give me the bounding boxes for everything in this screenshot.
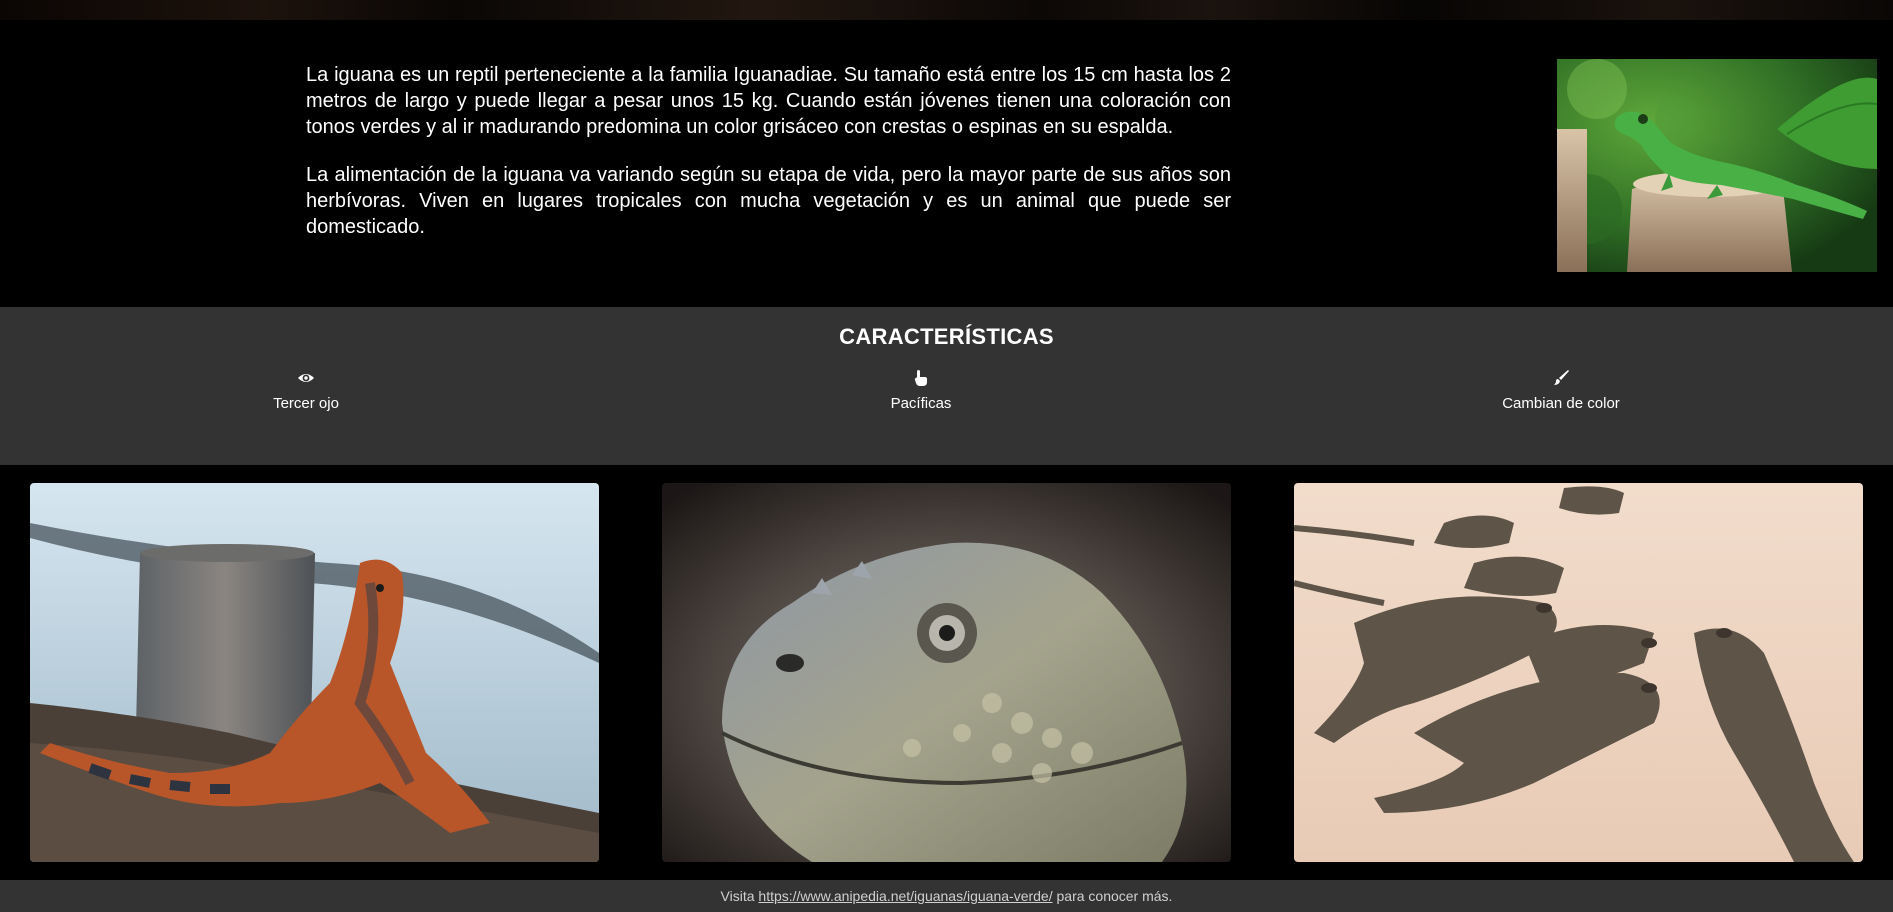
intro-section: La iguana es un reptil perteneciente a l… <box>0 20 1893 307</box>
page: La iguana es un reptil perteneciente a l… <box>0 0 1893 912</box>
feature-color-change: Cambian de color <box>1441 369 1681 412</box>
footer: Visita https://www.anipedia.net/iguanas/… <box>0 880 1893 912</box>
feature-label: Pacíficas <box>890 395 952 412</box>
hand-pointer-icon <box>912 369 930 387</box>
feature-peaceful: Pacíficas <box>801 369 1041 412</box>
gallery-photo-iguana-head <box>662 483 1231 862</box>
gallery-photo-orange-iguana <box>30 483 599 862</box>
intro-text: La iguana es un reptil perteneciente a l… <box>306 62 1231 262</box>
photo-gallery <box>0 465 1893 880</box>
intro-paragraph-2: La alimentación de la iguana va variando… <box>306 164 1231 238</box>
features-section: CARACTERÍSTICAS Tercer ojo Pacíficas Cam… <box>0 307 1893 465</box>
footer-prefix: Visita <box>720 888 755 904</box>
header-banner-image <box>0 0 1893 20</box>
footer-suffix: para conocer más. <box>1056 888 1173 904</box>
intro-paragraph-1: La iguana es un reptil perteneciente a l… <box>306 64 1231 138</box>
feature-label: Tercer ojo <box>273 395 339 412</box>
features-title: CARACTERÍSTICAS <box>839 324 1054 349</box>
eye-icon <box>297 369 315 387</box>
source-link[interactable]: https://www.anipedia.net/iguanas/iguana-… <box>758 888 1052 904</box>
feature-label: Cambian de color <box>1502 395 1620 412</box>
green-iguana-photo <box>1557 59 1877 272</box>
feature-third-eye: Tercer ojo <box>186 369 426 412</box>
paint-brush-icon <box>1552 369 1570 387</box>
gallery-photo-iguanas-beach <box>1294 483 1863 862</box>
